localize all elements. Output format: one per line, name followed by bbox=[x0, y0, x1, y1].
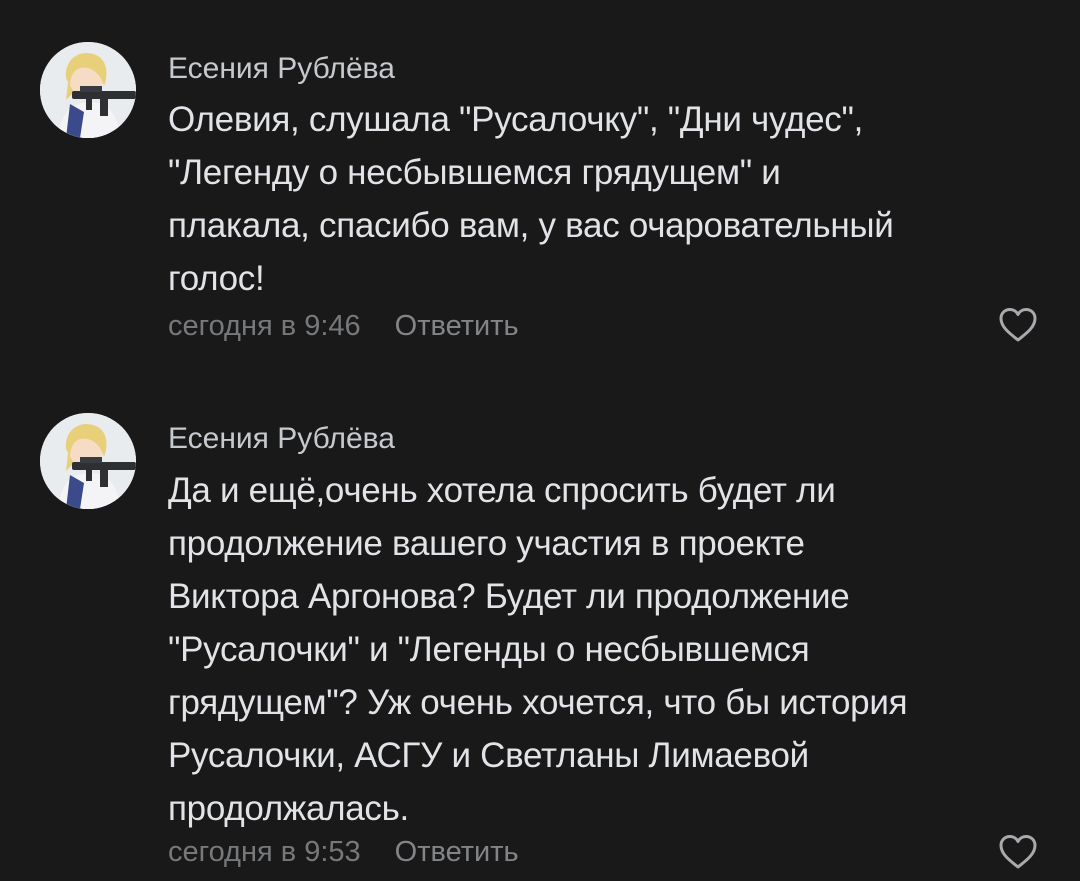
heart-outline-icon[interactable] bbox=[998, 307, 1038, 343]
comment-text-line: Да и ещё,очень хотела спросить будет ли bbox=[168, 471, 836, 510]
comment-text-line: голос! bbox=[168, 259, 265, 298]
comment-timestamp: сегодня в 9:53 bbox=[168, 836, 361, 868]
comment-text: Да и ещё,очень хотела спросить будет ли … bbox=[168, 464, 1028, 835]
comment-text-line: плакала, спасибо вам, у вас очаровательн… bbox=[168, 206, 894, 245]
avatar-image bbox=[40, 42, 136, 138]
comment-timestamp: сегодня в 9:46 bbox=[168, 310, 361, 342]
comment-text-line: "Легенду о несбывшемся грядущем" и bbox=[168, 153, 781, 192]
reply-button[interactable]: Ответить bbox=[395, 836, 519, 868]
comment-meta: сегодня в 9:53 Ответить bbox=[168, 834, 519, 870]
avatar[interactable] bbox=[40, 413, 136, 509]
comment-text-line: Олевия, слушала "Русалочку", "Дни чудес"… bbox=[168, 100, 864, 139]
comment-meta: сегодня в 9:46 Ответить bbox=[168, 308, 519, 344]
comment-text-line: Виктора Аргонова? Будет ли продолжение bbox=[168, 577, 850, 616]
comment-text: Олевия, слушала "Русалочку", "Дни чудес"… bbox=[168, 93, 1028, 305]
comment-text-line: продолжалась. bbox=[168, 789, 409, 828]
comment-text-line: грядущем"? Уж очень хочется, что бы исто… bbox=[168, 683, 908, 722]
comment-text-line: продолжение вашего участия в проекте bbox=[168, 524, 805, 563]
comment-text-line: "Русалочки" и "Легенды о несбывшемся bbox=[168, 630, 810, 669]
heart-outline-icon[interactable] bbox=[998, 834, 1038, 870]
comment-author[interactable]: Есения Рублёва bbox=[168, 421, 395, 457]
comment-text-line: Русалочки, АСГУ и Светланы Лимаевой bbox=[168, 736, 809, 775]
avatar[interactable] bbox=[40, 42, 136, 138]
comment-author[interactable]: Есения Рублёва bbox=[168, 51, 395, 87]
reply-button[interactable]: Ответить bbox=[395, 310, 519, 342]
avatar-image bbox=[40, 413, 136, 509]
